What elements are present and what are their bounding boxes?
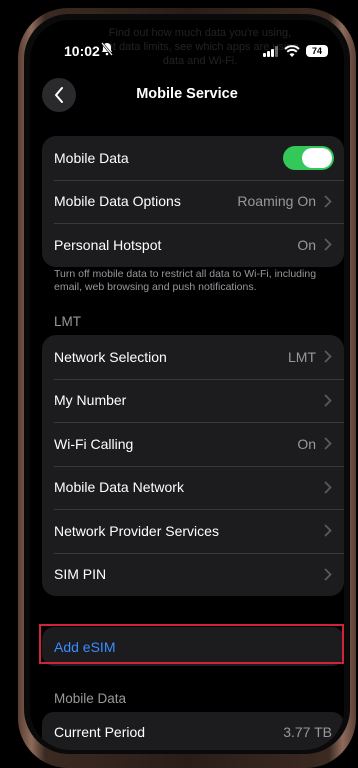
mobile-data-section-header: Mobile Data	[54, 691, 127, 706]
mobile-data-options-value: Roaming On	[237, 193, 316, 210]
network-provider-services-row[interactable]: Network Provider Services	[42, 509, 344, 553]
mobile-data-label: Mobile Data	[54, 149, 129, 166]
row-label: Wi-Fi Calling	[54, 435, 134, 452]
row-label: Mobile Data Network	[54, 479, 184, 496]
mobile-data-toggle[interactable]	[283, 145, 334, 170]
chevron-right-icon	[324, 394, 332, 406]
row-label: Network Selection	[54, 348, 167, 365]
carrier-group: Network Selection LMT My Number Wi-Fi Ca…	[42, 335, 344, 596]
personal-hotspot-value: On	[297, 236, 316, 253]
wifi-icon	[284, 44, 300, 58]
chevron-right-icon	[324, 524, 332, 537]
cellular-signal-icon	[263, 46, 279, 57]
personal-hotspot-row[interactable]: Personal Hotspot On	[42, 223, 344, 267]
mobile-data-group: Mobile Data Mobile Data Options Roaming …	[42, 136, 344, 267]
status-bar: 10:02 74	[30, 42, 344, 62]
mobile-data-footnote: Turn off mobile data to restrict all dat…	[54, 268, 317, 293]
current-period-row: Current Period 3.77 TB	[42, 712, 344, 750]
mobile-data-options-row[interactable]: Mobile Data Options Roaming On	[42, 179, 344, 224]
row-label: My Number	[54, 392, 127, 409]
mobile-data-row: Mobile Data	[42, 136, 344, 180]
page-title: Mobile Service	[136, 86, 238, 102]
status-time: 10:02	[64, 43, 100, 59]
battery-icon: 74	[306, 45, 328, 57]
personal-hotspot-label: Personal Hotspot	[54, 236, 162, 253]
chevron-right-icon	[324, 568, 332, 580]
network-selection-row[interactable]: Network Selection LMT	[42, 335, 344, 379]
row-value: On	[297, 435, 316, 452]
carrier-section-header: LMT	[54, 314, 81, 329]
silent-bell-icon	[101, 42, 113, 59]
row-label: Network Provider Services	[54, 522, 219, 539]
current-period-value: 3.77 TB	[283, 724, 332, 740]
chevron-right-icon	[324, 238, 332, 251]
my-number-row[interactable]: My Number	[42, 378, 344, 423]
current-period-label: Current Period	[54, 724, 146, 740]
chevron-right-icon	[324, 481, 332, 493]
chevron-right-icon	[324, 195, 332, 207]
mobile-data-network-row[interactable]: Mobile Data Network	[42, 465, 344, 510]
sim-pin-row[interactable]: SIM PIN	[42, 552, 344, 597]
wifi-calling-row[interactable]: Wi-Fi Calling On	[42, 422, 344, 466]
chevron-right-icon	[324, 350, 332, 363]
chevron-right-icon	[324, 437, 332, 450]
mobile-data-options-label: Mobile Data Options	[54, 193, 181, 210]
row-value: LMT	[288, 348, 316, 365]
highlight-box	[39, 624, 344, 664]
row-label: SIM PIN	[54, 566, 107, 583]
